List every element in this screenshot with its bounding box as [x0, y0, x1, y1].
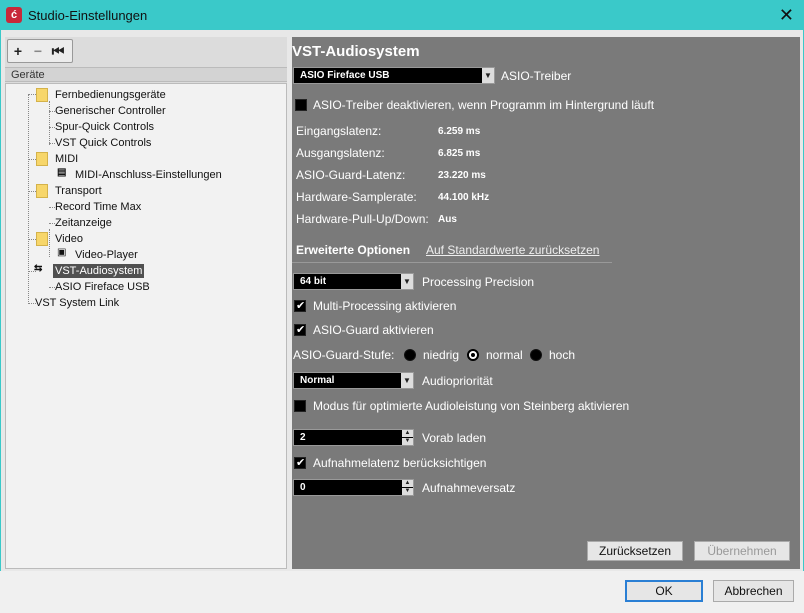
ok-button[interactable]: OK [625, 580, 703, 602]
stepper-down-icon[interactable]: ▼ [402, 438, 413, 445]
tree-item-generic-controller[interactable]: Generischer Controller [55, 104, 166, 118]
tree-line [28, 94, 29, 304]
asioguard-level-label: ASIO-Guard-Stufe: [293, 348, 395, 362]
output-latency-label: Ausgangslatenz: [296, 146, 385, 160]
processing-precision-select[interactable]: 64 bit ▼ [293, 273, 414, 290]
folder-icon [36, 232, 48, 246]
output-latency-value: 6.825 ms [438, 148, 481, 159]
stepper-up-icon[interactable]: ▲ [402, 480, 413, 487]
chevron-down-icon: ▼ [401, 373, 413, 388]
tree-item-vst-system-link[interactable]: VST System Link [35, 296, 119, 310]
reset-button[interactable]: Zurücksetzen [587, 541, 683, 561]
tree-item-remote-devices[interactable]: Fernbedienungsgeräte [55, 88, 166, 102]
app-icon: ć [6, 7, 22, 23]
stepper-up-icon[interactable]: ▲ [402, 430, 413, 437]
audio-priority-label: Audiopriorität [422, 374, 493, 388]
stepper-down-icon[interactable]: ▼ [402, 488, 413, 495]
audio-device-icon: ⇆ [34, 263, 43, 274]
tree-item-video-player[interactable]: Video-Player [75, 248, 138, 262]
reset-defaults-link[interactable]: Auf Standardwerte zurücksetzen [426, 243, 599, 257]
guard-level-normal-label: normal [486, 348, 523, 362]
preload-stepper[interactable]: 2 ▲ ▼ [293, 429, 414, 446]
multiprocessing-label: Multi-Processing aktivieren [313, 299, 457, 313]
audio-priority-select[interactable]: Normal ▼ [293, 372, 414, 389]
remove-device-button[interactable]: − [28, 40, 48, 62]
record-offset-label: Aufnahmeversatz [422, 481, 516, 495]
guard-level-low-label: niedrig [423, 348, 460, 362]
guard-level-high-radio[interactable] [530, 349, 542, 361]
close-icon[interactable]: ✕ [779, 5, 794, 26]
hardware-pullup-label: Hardware-Pull-Up/Down: [296, 212, 429, 226]
reset-device-button[interactable]: ⏮ [48, 40, 68, 62]
multiprocessing-checkbox[interactable] [294, 299, 306, 312]
tab-divider [292, 262, 612, 263]
video-player-icon: ▣ [57, 247, 67, 258]
input-latency-label: Eingangslatenz: [296, 124, 382, 138]
tree-line [49, 101, 50, 145]
record-latency-checkbox[interactable] [294, 456, 306, 469]
devices-header: Geräte [5, 67, 287, 82]
preload-value: 2 [300, 432, 306, 443]
preload-label: Vorab laden [422, 431, 487, 445]
title-bar: ć Studio-Einstellungen ✕ [0, 0, 804, 30]
tree-item-time-display[interactable]: Zeitanzeige [55, 216, 112, 230]
add-device-button[interactable]: + [8, 40, 28, 62]
asio-driver-label: ASIO-Treiber [501, 69, 572, 83]
audio-priority-value: Normal [300, 375, 335, 386]
tree-item-vst-audiosystem[interactable]: VST-Audiosystem [53, 264, 145, 278]
settings-panel: VST-Audiosystem ASIO Fireface USB ▼ ASIO… [292, 37, 800, 569]
tree-line [28, 191, 36, 192]
cancel-button[interactable]: Abbrechen [713, 580, 794, 602]
tree-item-vst-quick-controls[interactable]: VST Quick Controls [55, 136, 151, 150]
asioguard-label: ASIO-Guard aktivieren [313, 323, 434, 337]
processing-precision-value: 64 bit [300, 276, 327, 287]
record-offset-value: 0 [300, 482, 306, 493]
tree-item-video[interactable]: Video [55, 232, 83, 246]
tree-item-midi-port-settings[interactable]: MIDI-Anschluss-Einstellungen [75, 168, 222, 182]
deactivate-driver-checkbox[interactable] [295, 99, 307, 111]
hardware-samplerate-value: 44.100 kHz [438, 192, 490, 203]
folder-icon [36, 88, 48, 102]
chevron-down-icon: ▼ [482, 68, 494, 83]
deactivate-driver-label: ASIO-Treiber deaktivieren, wenn Programm… [313, 98, 655, 112]
chevron-down-icon: ▼ [401, 274, 413, 289]
window-title: Studio-Einstellungen [28, 8, 148, 23]
guard-level-low-radio[interactable] [404, 349, 416, 361]
device-panel: + − ⏮ Geräte Fernbedienungsgeräte Generisc… [5, 37, 287, 569]
apply-button[interactable]: Übernehmen [694, 541, 790, 561]
guard-level-high-label: hoch [549, 348, 576, 362]
guard-level-normal-radio[interactable] [467, 349, 479, 361]
record-latency-label: Aufnahmelatenz berücksichtigen [313, 456, 487, 470]
record-offset-stepper[interactable]: 0 ▲ ▼ [293, 479, 414, 496]
dialog-footer: OK Abbrechen [0, 571, 804, 613]
tree-line [28, 159, 36, 160]
asio-driver-value: ASIO Fireface USB [300, 70, 390, 81]
device-tree[interactable]: Fernbedienungsgeräte Generischer Control… [5, 83, 287, 569]
asioguard-checkbox[interactable] [294, 323, 306, 336]
tree-item-midi[interactable]: MIDI [55, 152, 78, 166]
midi-port-icon: ▤ [57, 167, 67, 178]
tree-line [28, 239, 36, 240]
steinberg-mode-label: Modus für optimierte Audioleistung von S… [313, 399, 630, 413]
page-title: VST-Audiosystem [292, 43, 420, 60]
tree-item-record-time-max[interactable]: Record Time Max [55, 200, 141, 214]
folder-icon [36, 152, 48, 166]
input-latency-value: 6.259 ms [438, 126, 481, 137]
tree-line [49, 229, 50, 257]
tree-item-transport[interactable]: Transport [55, 184, 102, 198]
hardware-samplerate-label: Hardware-Samplerate: [296, 190, 417, 204]
device-toolbar: + − ⏮ [7, 39, 73, 63]
tree-line [28, 94, 36, 95]
tree-item-track-quick-controls[interactable]: Spur-Quick Controls [55, 120, 154, 134]
asio-guard-latency-label: ASIO-Guard-Latenz: [296, 168, 406, 182]
tree-item-asio-fireface[interactable]: ASIO Fireface USB [55, 280, 150, 294]
folder-icon [36, 184, 48, 198]
processing-precision-label: Processing Precision [422, 275, 535, 289]
steinberg-mode-checkbox[interactable] [294, 400, 306, 412]
hardware-pullup-value: Aus [438, 214, 457, 225]
asio-driver-select[interactable]: ASIO Fireface USB ▼ [293, 67, 495, 84]
tab-advanced-options[interactable]: Erweiterte Optionen [296, 243, 410, 257]
asio-guard-latency-value: 23.220 ms [438, 170, 486, 181]
